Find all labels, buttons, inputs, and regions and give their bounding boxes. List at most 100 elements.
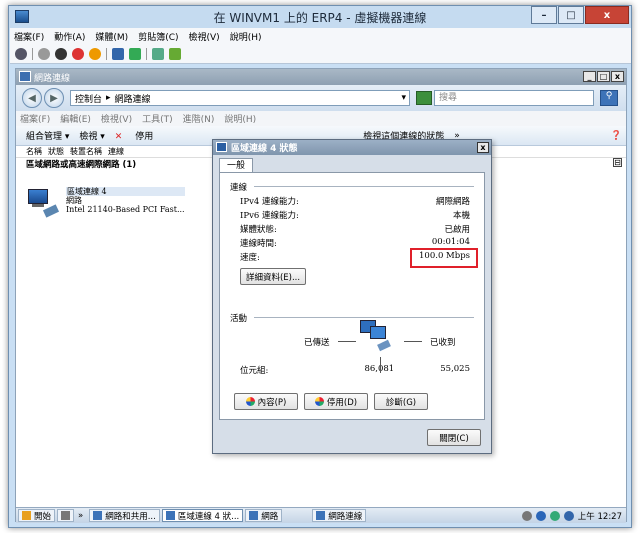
general-panel: 連線 IPv4 連線能力: 網際網路 IPv6 連線能力: 本機 媒體狀態: 已… [219,172,485,420]
network-icon [216,142,227,152]
speed-highlight-box [410,248,478,268]
explorer-minimize-button[interactable]: _ [583,71,596,82]
dialog-close-button[interactable]: x [477,142,489,153]
disable-label: 停用 [135,132,154,142]
tray-icon[interactable] [549,510,560,521]
explorer-menu-advanced[interactable]: 進階(N) [183,112,215,125]
tray-icon[interactable] [521,510,532,521]
ctrl-alt-del-icon[interactable] [15,47,27,60]
explorer-maximize-button[interactable]: □ [597,71,610,82]
menu-media[interactable]: 媒體(M) [95,30,128,43]
turn-off-icon[interactable] [55,47,67,60]
taskbar-item-label: 網路連線 [328,511,363,522]
taskbar-item-label: 區域連線 4 狀... [177,511,240,522]
ipv6-value: 本機 [452,211,470,221]
forward-button[interactable]: ▶ [44,88,64,108]
explorer-menu-file[interactable]: 檔案(F) [20,112,50,125]
start-button[interactable]: 開始 [18,509,56,522]
sent-line [338,341,356,342]
views-button[interactable]: 檢視 ▾ [79,129,104,142]
address-bar-row: ◀ ▶ 控制台 ▸ 網路連線 ▾ 搜尋 ⚲ [16,85,626,111]
explorer-title-bar: 網路連線 _ □ x [16,69,626,85]
save-state-icon[interactable] [89,47,101,60]
explorer-menu-tools[interactable]: 工具(T) [142,112,173,125]
explorer-close-button[interactable]: x [611,71,624,82]
explorer-title: 網路連線 [34,73,71,84]
maximize-button[interactable]: □ [558,6,584,24]
network-icon [165,511,175,520]
menu-action[interactable]: 動作(A) [54,30,85,43]
diagnose-button[interactable]: 診斷(G) [374,393,428,410]
connection-name: 區域連線 4 [66,187,185,196]
close-dialog-button[interactable]: 關閉(C) [427,429,481,446]
disable-device-button[interactable]: ✕ 停用 [115,129,163,142]
guest-desktop: 網路連線 _ □ x ◀ ▶ 控制台 ▸ 網路連線 ▾ 搜尋 ⚲ 檔案(F) 編… [15,68,627,523]
taskbar-item[interactable]: 網路 [245,509,283,522]
network-tray-icon[interactable] [563,510,574,521]
sent-label: 已傳送 [304,338,330,348]
ipv4-label: IPv4 連線能力: [240,197,299,207]
taskbar-item[interactable]: 區域連線 4 狀... [161,509,244,522]
organize-button[interactable]: 組合管理 ▾ [26,129,69,142]
properties-button[interactable]: 內容(P) [234,393,298,410]
speed-label: 速度: [240,253,260,263]
network-folder-icon [19,71,31,82]
disable-button-label: 停用(D) [326,397,358,408]
taskbar-item[interactable]: 網路連線 [312,509,367,522]
explorer-menu-edit[interactable]: 編輯(E) [60,112,91,125]
refresh-icon[interactable] [416,91,432,105]
ipv4-row: IPv4 連線能力: 網際網路 [240,195,470,207]
quick-launch[interactable] [57,509,75,522]
help-icon[interactable]: ❓ [611,131,622,141]
network-icon [249,511,259,520]
taskbar-item-label: 網路和共用... [105,511,156,522]
help-icon[interactable] [535,510,546,521]
dialog-title-bar: 區域連線 4 狀態 x [213,140,491,155]
disable-button[interactable]: 停用(D) [304,393,368,410]
menu-clipboard[interactable]: 剪貼簿(C) [138,30,178,43]
details-button[interactable]: 詳細資料(E)... [240,268,306,285]
column-name[interactable]: 名稱 [26,146,42,157]
back-button[interactable]: ◀ [22,88,42,108]
menu-file[interactable]: 檔案(F) [14,30,44,43]
network-icon [93,511,103,520]
host-menu-bar: 檔案(F) 動作(A) 媒體(M) 剪貼簿(C) 檢視(V) 說明(H) [10,28,631,44]
clock[interactable]: 上午 12:27 [578,510,622,522]
red-x-icon: ✕ [114,132,123,142]
menu-help[interactable]: 說明(H) [230,30,262,43]
minimize-button[interactable]: – [531,6,557,24]
quick-launch-more[interactable]: » [78,511,83,521]
column-device[interactable]: 裝置名稱 [70,146,102,157]
received-label: 已收到 [430,338,456,348]
connection-item[interactable]: 區域連線 4 網路 Intel 21140-Based PCI Fast... [26,187,185,218]
pause-icon[interactable] [112,47,124,60]
column-connection[interactable]: 連線 [108,146,124,157]
breadcrumb-separator: ▸ [106,93,111,103]
taskbar-item[interactable]: 網路和共用... [89,509,160,522]
tab-general[interactable]: 一般 [219,158,253,173]
ipv6-label: IPv6 連線能力: [240,211,299,221]
search-input[interactable]: 搜尋 [434,90,594,106]
address-segment[interactable]: 控制台 [75,92,102,105]
snapshot-icon[interactable] [152,47,164,60]
explorer-menu-view[interactable]: 檢視(V) [101,112,132,125]
group-header: 區域網路或高速網際網路 (1) [26,160,137,170]
start-icon[interactable] [38,47,50,60]
collapse-group-button[interactable]: ⊟ [613,158,622,167]
search-icon[interactable]: ⚲ [600,90,618,106]
shutdown-icon[interactable] [72,47,84,60]
ipv6-row: IPv6 連線能力: 本機 [240,209,470,221]
ipv4-value: 網際網路 [435,197,470,207]
address-segment[interactable]: 網路連線 [115,92,151,105]
resume-icon[interactable] [129,47,141,60]
close-button[interactable]: x [585,6,629,24]
windows-logo-icon [22,511,31,520]
revert-icon[interactable] [169,47,181,60]
column-status[interactable]: 狀態 [48,146,64,157]
chevron-down-icon[interactable]: ▾ [401,93,406,103]
explorer-menu-help[interactable]: 說明(H) [224,112,256,125]
connection-section-label: 連線 [230,183,248,193]
address-bar[interactable]: 控制台 ▸ 網路連線 ▾ [70,90,410,106]
duration-label: 連線時間: [240,239,277,249]
menu-view[interactable]: 檢視(V) [189,30,220,43]
